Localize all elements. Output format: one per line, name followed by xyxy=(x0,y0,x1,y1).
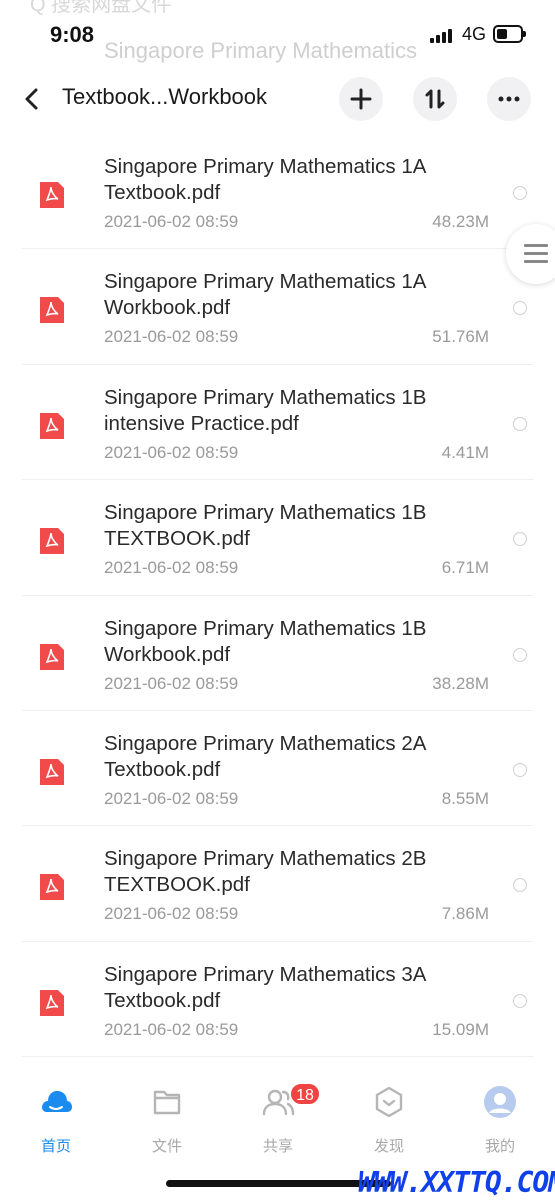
tab-discover[interactable]: 发现 xyxy=(349,1083,429,1155)
file-date: 2021-06-02 08:59 xyxy=(104,558,239,578)
nav-header: Textbook...Workbook xyxy=(0,70,555,130)
select-radio[interactable] xyxy=(513,878,527,893)
watermark-text: WWW.XXTTQ.COM xyxy=(358,1166,555,1199)
select-radio[interactable] xyxy=(513,647,527,662)
select-radio[interactable] xyxy=(513,186,527,200)
file-name: Singapore Primary Mathematics 1B intensi… xyxy=(104,385,427,435)
pdf-file-icon xyxy=(40,528,64,555)
signal-icon xyxy=(430,27,456,43)
file-row[interactable]: Singapore Primary Mathematics 2B TEXTBOO… xyxy=(22,826,533,942)
tab-home[interactable]: 首页 xyxy=(16,1083,96,1155)
file-date: 2021-06-02 08:59 xyxy=(104,442,239,462)
file-row[interactable]: Singapore Primary Mathematics 1A Textboo… xyxy=(22,134,533,250)
network-label: 4G xyxy=(462,24,487,44)
select-radio[interactable] xyxy=(513,532,527,547)
pdf-file-icon xyxy=(40,874,64,901)
file-name: Singapore Primary Mathematics 1A Workboo… xyxy=(104,270,426,320)
status-time: 9:08 xyxy=(50,22,95,47)
pdf-file-icon xyxy=(40,297,64,324)
discover-icon xyxy=(375,1086,403,1118)
bottom-tab-bar: 首页 文件 共享 发现 我的 xyxy=(0,1075,555,1175)
file-size: 4.41M xyxy=(441,442,489,462)
file-row[interactable]: Singapore Primary Mathematics 1B TEXTBOO… xyxy=(22,480,533,596)
tab-label: 发现 xyxy=(373,1138,404,1155)
sort-icon xyxy=(425,89,445,109)
search-hint-ghost: Q 搜索网盘文件 xyxy=(30,0,172,16)
more-button[interactable] xyxy=(487,77,531,121)
battery-icon xyxy=(493,25,526,43)
file-name: Singapore Primary Mathematics 2B TEXTBOO… xyxy=(104,847,427,897)
select-radio[interactable] xyxy=(513,762,527,777)
select-radio[interactable] xyxy=(513,993,527,1008)
pdf-file-icon xyxy=(40,412,64,439)
file-date: 2021-06-02 08:59 xyxy=(104,788,239,808)
folder-icon xyxy=(153,1090,181,1115)
file-size: 7.86M xyxy=(441,904,489,924)
file-date: 2021-06-02 08:59 xyxy=(104,904,239,924)
file-row[interactable]: Singapore Primary Mathematics 2A Textboo… xyxy=(22,711,533,827)
file-row[interactable]: Singapore Primary Mathematics 3A Textboo… xyxy=(22,942,533,1058)
file-name: Singapore Primary Mathematics 1B Workboo… xyxy=(104,616,427,666)
file-size: 6.71M xyxy=(441,558,489,578)
file-date: 2021-06-02 08:59 xyxy=(104,1019,239,1039)
file-name: Singapore Primary Mathematics 3A Textboo… xyxy=(104,962,426,1012)
page-title: Textbook...Workbook xyxy=(62,84,268,109)
file-row[interactable]: Singapore Primary Mathematics 1B Workboo… xyxy=(22,596,533,711)
select-radio[interactable] xyxy=(513,301,527,316)
tab-label: 文件 xyxy=(151,1138,182,1155)
cloud-icon xyxy=(42,1091,72,1112)
file-name: Singapore Primary Mathematics 2A Textboo… xyxy=(104,731,426,781)
file-size: 8.55M xyxy=(441,788,489,808)
file-row[interactable]: Singapore Primary Mathematics 1B intensi… xyxy=(22,365,533,481)
more-dots-icon xyxy=(498,96,520,102)
file-date: 2021-06-02 08:59 xyxy=(104,673,239,693)
file-size: 48.23M xyxy=(432,212,489,231)
pdf-file-icon xyxy=(40,643,64,670)
collapsed-title-ghost: Singapore Primary Mathematics xyxy=(104,38,418,63)
file-size: 38.28M xyxy=(432,673,489,693)
tab-label: 共享 xyxy=(262,1138,293,1155)
file-size: 15.09M xyxy=(432,1019,489,1039)
pdf-file-icon xyxy=(40,989,64,1016)
pdf-file-icon xyxy=(40,758,64,785)
tab-label: 首页 xyxy=(40,1138,71,1155)
pdf-file-icon xyxy=(40,182,64,208)
file-date: 2021-06-02 08:59 xyxy=(104,212,239,231)
sort-button[interactable] xyxy=(413,77,457,121)
file-list: Singapore Primary Mathematics 1A Textboo… xyxy=(0,134,555,1058)
file-size: 51.76M xyxy=(432,327,489,347)
chevron-left-icon xyxy=(25,88,38,110)
file-date: 2021-06-02 08:59 xyxy=(104,327,239,347)
avatar-icon xyxy=(484,1086,516,1118)
back-button[interactable] xyxy=(18,84,48,114)
tab-me[interactable]: 我的 xyxy=(460,1083,540,1155)
file-name: Singapore Primary Mathematics 1A Textboo… xyxy=(104,155,426,204)
file-name: Singapore Primary Mathematics 1B TEXTBOO… xyxy=(104,501,427,551)
file-row[interactable]: Singapore Primary Mathematics 1A Workboo… xyxy=(22,249,533,365)
plus-icon xyxy=(350,88,372,110)
tab-label: 我的 xyxy=(484,1138,515,1155)
tab-files[interactable]: 文件 xyxy=(127,1083,207,1155)
add-button[interactable] xyxy=(339,77,383,121)
share-count-badge: 18 xyxy=(289,1082,321,1106)
select-radio[interactable] xyxy=(513,416,527,431)
